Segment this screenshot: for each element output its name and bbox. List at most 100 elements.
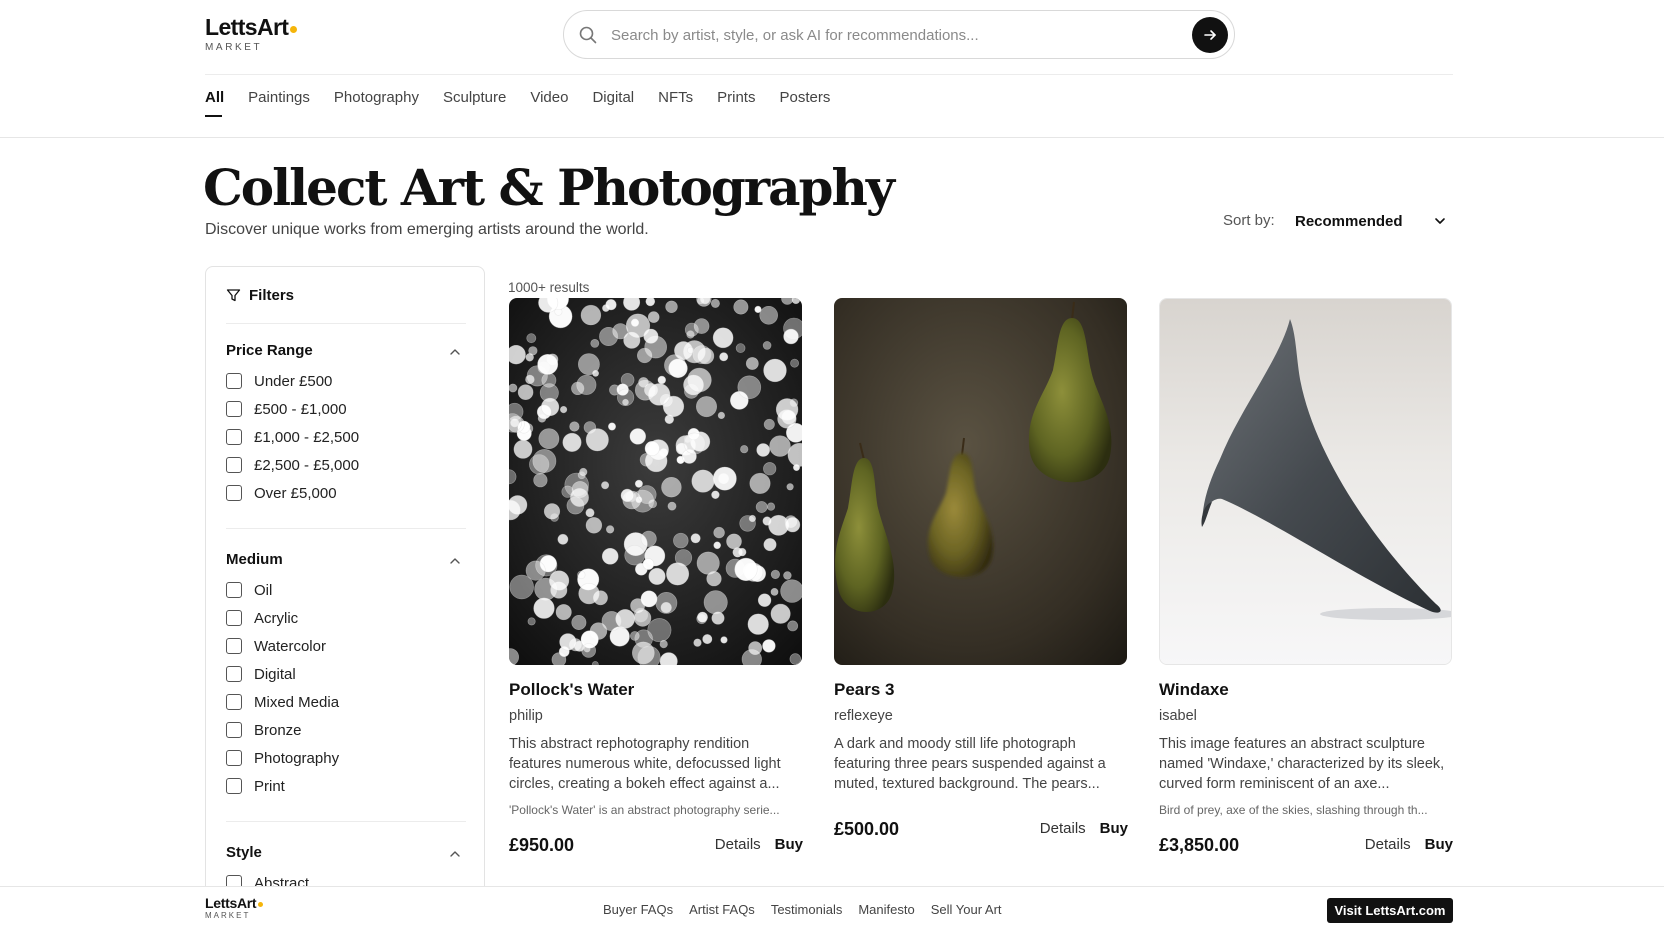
filter-option[interactable]: Watercolor [226,632,339,660]
tab-sculpture[interactable]: Sculpture [443,88,506,118]
bokeh-light [712,466,737,491]
checkbox[interactable] [226,694,242,710]
chevron-up-icon[interactable] [449,848,461,860]
bokeh-light [634,629,653,648]
bokeh-light [786,483,794,491]
filter-option[interactable]: Mixed Media [226,688,339,716]
filter-option[interactable]: £1,000 - £2,500 [226,423,359,451]
checkbox[interactable] [226,778,242,794]
logo-dot [258,902,264,907]
chevron-up-icon[interactable] [449,555,461,567]
footer-logo[interactable]: LettsArt MARKET [205,895,264,921]
tab-prints[interactable]: Prints [717,88,755,118]
bokeh-light [624,545,645,566]
buy-button[interactable]: Buy [1425,836,1453,853]
footer-link-manifesto[interactable]: Manifesto [858,902,914,917]
bokeh-light [539,383,559,403]
filter-option[interactable]: Oil [226,576,339,604]
visit-site-button[interactable]: Visit LettsArt.com [1327,898,1453,923]
checkbox[interactable] [226,582,242,598]
checkbox[interactable] [226,722,242,738]
bokeh-light [608,422,617,431]
bokeh-light [571,614,587,630]
bokeh-light [691,469,715,493]
buy-button[interactable]: Buy [1100,820,1128,837]
chevron-up-icon[interactable] [449,346,461,358]
search-input[interactable] [611,23,1151,47]
artwork-image[interactable] [509,298,802,665]
category-tabs: All Paintings Photography Sculpture Vide… [205,88,854,118]
filter-option[interactable]: Print [226,772,339,800]
tab-photography[interactable]: Photography [334,88,419,118]
search-submit-button[interactable] [1192,17,1228,53]
filter-section-style-title[interactable]: Style [226,844,262,861]
logo[interactable]: LettsArt MARKET [205,14,298,54]
bokeh-light [513,439,533,459]
checkbox[interactable] [226,750,242,766]
filter-option[interactable]: Acrylic [226,604,339,632]
filter-option[interactable]: Photography [226,744,339,772]
footer-link-sell-your-art[interactable]: Sell Your Art [931,902,1002,917]
details-button[interactable]: Details [1040,820,1086,837]
filter-option[interactable]: £2,500 - £5,000 [226,451,359,479]
bokeh-light [733,299,749,315]
filter-section-price-title[interactable]: Price Range [226,342,313,359]
tab-video[interactable]: Video [530,88,568,118]
checkbox[interactable] [226,485,242,501]
artwork-title[interactable]: Windaxe [1159,680,1229,700]
bokeh-light [726,533,742,550]
header-divider [205,74,1453,75]
artwork-artist[interactable]: philip [509,708,543,724]
artwork-artist[interactable]: reflexeye [834,708,893,724]
details-button[interactable]: Details [715,836,761,853]
tab-digital[interactable]: Digital [592,88,634,118]
card-actions: Details Buy [715,836,803,853]
tab-paintings[interactable]: Paintings [248,88,310,118]
checkbox[interactable] [226,373,242,389]
bokeh-light [703,590,728,615]
bokeh-light [526,333,537,344]
bokeh-light [686,330,695,339]
tab-all[interactable]: All [205,88,224,118]
artwork-image[interactable] [834,298,1127,665]
bokeh-light [762,341,772,350]
chevron-down-icon [1435,218,1445,224]
bokeh-light [755,501,768,513]
details-button[interactable]: Details [1365,836,1411,853]
filter-option[interactable]: Bronze [226,716,339,744]
filter-option[interactable]: £500 - £1,000 [226,395,359,423]
checkbox[interactable] [226,457,242,473]
card-actions: Details Buy [1040,820,1128,837]
filter-option[interactable]: Under £500 [226,367,359,395]
filter-section-medium-title[interactable]: Medium [226,551,283,568]
artwork-title[interactable]: Pollock's Water [509,680,634,700]
checkbox[interactable] [226,401,242,417]
tab-posters[interactable]: Posters [779,88,830,118]
checkbox[interactable] [226,638,242,654]
artwork-title[interactable]: Pears 3 [834,680,895,700]
bokeh-light [687,346,695,354]
bokeh-light [763,462,777,476]
bokeh-light [578,583,600,605]
bokeh-light [789,398,799,408]
checkbox[interactable] [226,429,242,445]
bokeh-light [763,538,777,552]
buy-button[interactable]: Buy [775,836,803,853]
footer-link-testimonials[interactable]: Testimonials [771,902,843,917]
tab-nfts[interactable]: NFTs [658,88,693,118]
bokeh-light [734,557,758,582]
footer-link-buyer-faqs[interactable]: Buyer FAQs [603,902,673,917]
bokeh-light [745,357,759,370]
checkbox[interactable] [226,666,242,682]
footer-links: Buyer FAQs Artist FAQs Testimonials Mani… [603,902,1018,917]
artwork-description: This abstract rephotography rendition fe… [509,736,781,792]
sort-dropdown[interactable]: Recommended [1287,204,1453,238]
filter-option[interactable]: Over £5,000 [226,479,359,507]
filter-option[interactable]: Digital [226,660,339,688]
footer-link-artist-faqs[interactable]: Artist FAQs [689,902,755,917]
artwork-artist[interactable]: isabel [1159,708,1197,724]
filters-divider [226,821,466,822]
checkbox[interactable] [226,610,242,626]
artwork-image[interactable] [1159,298,1452,665]
bokeh-light [559,633,577,651]
